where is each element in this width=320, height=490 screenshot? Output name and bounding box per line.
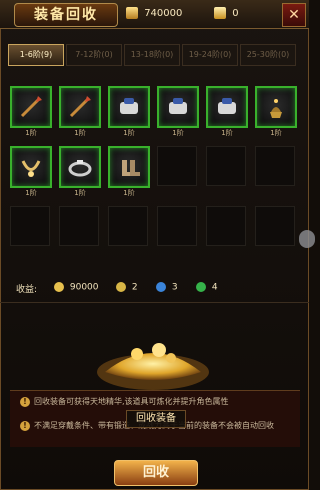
gauntlets-icon [218,98,236,114]
inventory-slot[interactable]: 1阶 [108,86,150,137]
gem-value: 0 [232,8,239,19]
inventory-slot-empty[interactable] [206,146,246,186]
gold-resource: 740000 [126,6,182,22]
earning-green-value: 4 [211,282,218,293]
yellow-token-icon [116,282,126,292]
item-level: 1阶 [270,129,282,137]
inventory-slot-empty[interactable] [255,206,295,246]
gem-resource: 0 [214,6,239,22]
inventory-slot-empty[interactable] [255,146,295,186]
item-level: 1阶 [74,189,86,197]
earning-green: 4 [196,282,218,293]
ring-icon [68,160,92,177]
gold-bar-icon [126,7,138,19]
earnings-row: 收益: 90000 2 3 4 [16,282,306,298]
tab-tier-19-24[interactable]: 19-24阶(0) [182,44,238,66]
page-title: 装备回收 [14,3,118,27]
exclamation-icon: ! [20,397,30,407]
gauntlets-icon [169,98,187,114]
item-level: 1阶 [25,129,37,137]
inventory-slot-empty[interactable] [157,146,197,186]
divider [0,302,309,303]
inventory-slot-empty[interactable] [10,206,50,246]
inventory-slot-empty[interactable] [59,206,99,246]
item-level: 1阶 [25,189,37,197]
inventory-slot[interactable]: 1阶 [206,86,248,137]
inventory-slot-empty[interactable] [206,206,246,246]
tab-tier-1-6[interactable]: 1-6阶(9) [8,44,64,66]
item-level: 1阶 [221,129,233,137]
inventory-slot-empty[interactable] [157,206,197,246]
item-level: 1阶 [123,189,135,197]
lamp-icon [270,99,282,118]
inventory-slot[interactable]: 1阶 [157,86,199,137]
gauntlets-icon [120,98,138,114]
recycle-button[interactable]: 回收 [114,460,198,486]
inventory-slot[interactable]: 1阶 [10,86,52,137]
gold-coin-icon [54,282,64,292]
tab-tier-25-30[interactable]: 25-30阶(0) [240,44,296,66]
close-button[interactable]: ✕ [282,3,306,27]
inventory-slot[interactable]: 1阶 [59,86,101,137]
tier-tabs: 1-6阶(9) 7-12阶(0) 13-18阶(0) 19-24阶(0) 25-… [8,44,301,68]
item-level: 1阶 [74,129,86,137]
spear-icon [69,96,91,118]
earning-gold: 90000 [54,282,99,293]
inventory-slot[interactable]: 1阶 [255,86,297,137]
inventory-slot[interactable]: 1阶 [59,146,101,197]
gold-ingot-icon [214,7,226,19]
earning-blue-value: 3 [171,282,178,293]
gold-value: 740000 [144,8,183,19]
inventory-grid: 1阶 1阶 1阶 1阶 1阶 1阶 1阶 1阶 1阶 [10,86,300,246]
treasure-pile-image [97,343,209,390]
earning-yellow-value: 2 [131,282,138,293]
earning-blue: 3 [156,282,178,293]
info-text-1: 回收装备可获得天地精华,该道具可炼化并提升角色属性 [34,397,229,406]
earning-gold-value: 90000 [69,282,99,293]
inventory-slot[interactable]: 1阶 [10,146,52,197]
top-bar: 装备回收 740000 0 ✕ [0,0,309,29]
spear-icon [20,96,42,118]
inventory-slot[interactable]: 1阶 [108,146,150,197]
item-level: 1阶 [172,129,184,137]
green-token-icon [196,282,206,292]
tab-tier-13-18[interactable]: 13-18阶(0) [124,44,180,66]
info-line-1: ! 回收装备可获得天地精华,该道具可炼化并提升角色属性 [20,397,284,407]
earnings-label: 收益: [16,285,38,295]
necklace-icon [21,160,41,177]
boots-icon [122,160,140,176]
tab-tier-7-12[interactable]: 7-12阶(0) [66,44,122,66]
earning-yellow: 2 [116,282,138,293]
item-level: 1阶 [123,129,135,137]
side-scroll-handle[interactable] [299,230,315,248]
recycle-tooltip: 回收装备 [126,410,186,428]
inventory-slot-empty[interactable] [108,206,148,246]
exclamation-icon: ! [20,421,30,431]
blue-token-icon [156,282,166,292]
